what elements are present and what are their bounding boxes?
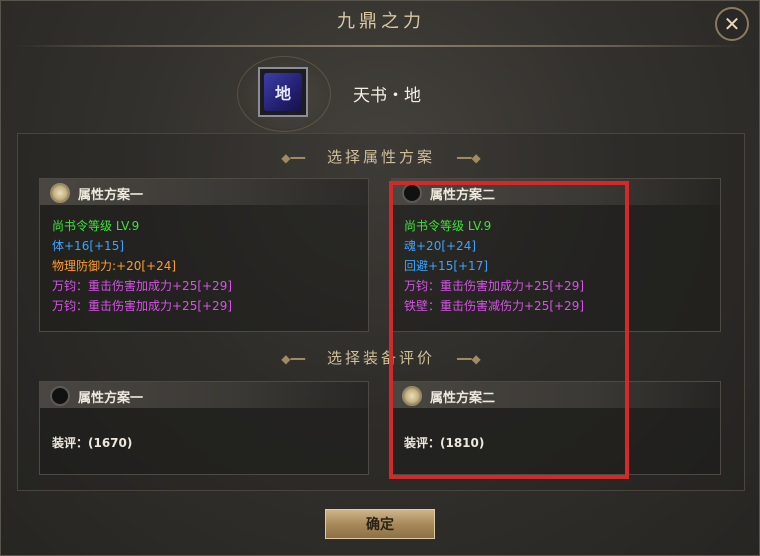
option-label: 属性方案一: [78, 188, 144, 203]
attr-line: 万钧：重击伤害加成力+25[+29]: [52, 279, 233, 293]
radio-button[interactable]: [50, 183, 70, 203]
item-name: 天书・地: [353, 86, 421, 106]
attr-line: 尚书令等级 LV.9: [52, 219, 140, 233]
title-divider: [15, 45, 747, 47]
close-icon: ✕: [723, 12, 741, 36]
confirm-button[interactable]: 确定: [325, 509, 435, 539]
attr-option-1[interactable]: 属性方案一 尚书令等级 LV.9 体+16[+15] 物理防御力:+20[+24…: [39, 178, 369, 332]
section-attr-label: 选择属性方案: [326, 148, 435, 166]
item-slot[interactable]: 地: [258, 67, 308, 117]
attr-line: 物理防御力:+20[+24]: [52, 259, 177, 273]
radio-button[interactable]: [50, 386, 70, 406]
dialog-title: 九鼎之力: [337, 11, 425, 32]
section-title-equip: ◆━━ 选择装备评价 ━━◆: [1, 347, 760, 368]
close-button[interactable]: ✕: [715, 7, 749, 41]
attr-line: 体+16[+15]: [52, 239, 125, 253]
equip-score: 装评：(1670): [52, 436, 133, 450]
option-label: 属性方案一: [78, 391, 144, 406]
dialog: 九鼎之力 ✕ 地 天书・地 ◆━━ 选择属性方案 ━━◆ 属性方案一 尚书令等级 L…: [0, 0, 760, 556]
book-icon: 地: [264, 73, 302, 111]
highlight-annotation: [389, 181, 629, 479]
section-title-attr: ◆━━ 选择属性方案 ━━◆: [1, 146, 760, 167]
ornament-icon: ◆━━: [281, 151, 305, 165]
ornament-icon: ◆━━: [281, 352, 305, 366]
equip-option-1[interactable]: 属性方案一 装评：(1670): [39, 381, 369, 475]
ornament-icon: ━━◆: [457, 151, 481, 165]
attr-line: 万钧：重击伤害加成力+25[+29]: [52, 299, 233, 313]
